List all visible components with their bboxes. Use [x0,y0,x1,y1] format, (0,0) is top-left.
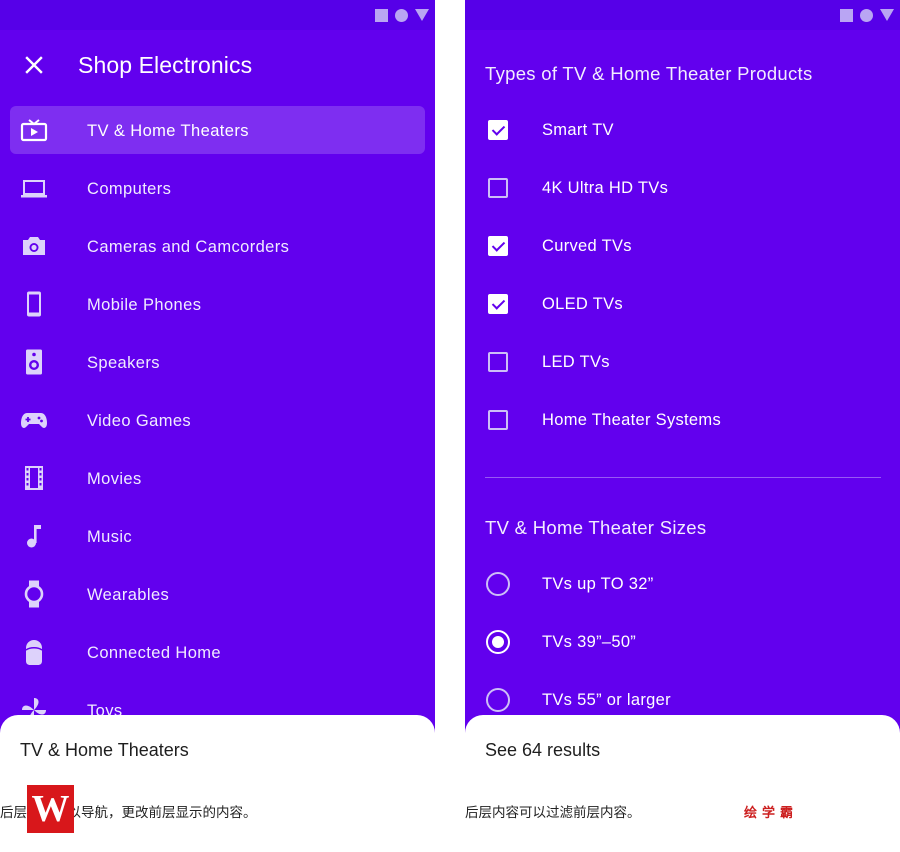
nav-item-video-games[interactable]: Video Games [10,396,425,444]
laptop-icon [20,176,48,200]
status-bar [465,0,900,30]
circle-icon [395,8,408,22]
option-label: TVs 39”–50” [542,633,637,651]
checkbox-unchecked[interactable] [488,352,508,372]
nav-item-cameras[interactable]: Cameras and Camcorders [10,222,425,270]
camera-icon [20,234,48,258]
option-label: Home Theater Systems [542,411,722,429]
logo-letter: W [31,788,70,830]
filter-option-4k-ultra-hd[interactable]: 4K Ultra HD TVs [465,164,900,212]
bottom-sheet[interactable]: See 64 results [465,715,900,790]
nav-item-connected-home[interactable]: Connected Home [10,628,425,676]
filter-screen: Types of TV & Home Theater Products Smar… [465,0,900,790]
checkbox-checked[interactable] [488,120,508,140]
nav-label: Connected Home [87,644,222,662]
gamepad-icon [20,408,48,432]
speaker-icon [20,349,48,375]
filter-option-home-theater-systems[interactable]: Home Theater Systems [465,396,900,444]
nav-item-computers[interactable]: Computers [10,164,425,212]
checkbox-checked[interactable] [488,294,508,314]
size-option-up-to-32[interactable]: TVs up TO 32” [465,560,900,608]
checkbox-checked[interactable] [488,236,508,256]
nav-label: Video Games [87,412,192,430]
bottom-sheet[interactable]: TV & Home Theaters [0,715,435,790]
see-results-button[interactable]: See 64 results [485,740,600,761]
bottom-sheet-title: TV & Home Theaters [20,740,189,760]
triangle-icon [415,9,429,21]
nav-item-wearables[interactable]: Wearables [10,570,425,618]
close-button[interactable] [18,49,50,81]
nav-label: Music [87,528,133,546]
film-icon [20,466,48,490]
filter-option-led-tvs[interactable]: LED TVs [465,338,900,386]
nav-item-speakers[interactable]: Speakers [10,338,425,386]
filter-option-curved-tvs[interactable]: Curved TVs [465,222,900,270]
phone-icon [20,291,48,317]
smart-speaker-icon [20,640,48,665]
filter-option-smart-tv[interactable]: Smart TV [465,106,900,154]
nav-item-mobile-phones[interactable]: Mobile Phones [10,280,425,328]
option-label: 4K Ultra HD TVs [542,179,669,197]
logo: W [27,785,74,833]
nav-label: Movies [87,470,142,488]
close-icon [25,56,43,74]
types-section-title: Types of TV & Home Theater Products [485,63,813,84]
radio-unchecked[interactable] [486,688,510,712]
navigation-screen: Shop Electronics TV & Home Theaters Comp… [0,0,435,790]
option-label: TVs up TO 32” [542,575,654,593]
checkbox-unchecked[interactable] [488,178,508,198]
option-label: OLED TVs [542,295,623,313]
nav-label: Wearables [87,586,170,604]
circle-icon [860,8,873,22]
square-icon [840,8,853,22]
triangle-icon [880,9,894,21]
music-note-icon [20,524,48,548]
nav-label: TV & Home Theaters [87,122,249,140]
watch-icon [20,580,48,608]
nav-item-tv-home-theaters[interactable]: TV & Home Theaters [10,106,425,154]
nav-item-movies[interactable]: Movies [10,454,425,502]
checkbox-unchecked[interactable] [488,410,508,430]
sizes-section-title: TV & Home Theater Sizes [485,517,707,538]
option-label: Smart TV [542,121,614,139]
square-icon [375,8,388,22]
nav-label: Mobile Phones [87,296,202,314]
section-divider [485,477,881,478]
radio-unchecked[interactable] [486,572,510,596]
radio-checked[interactable] [486,630,510,654]
page-title: Shop Electronics [78,52,253,78]
nav-label: Speakers [87,354,160,372]
status-bar [0,0,435,30]
caption-right: 后层内容可以过滤前层内容。 [465,805,641,820]
nav-label: Computers [87,180,172,198]
nav-label: Cameras and Camcorders [87,238,290,256]
option-label: Curved TVs [542,237,632,255]
filter-option-oled-tvs[interactable]: OLED TVs [465,280,900,328]
option-label: TVs 55” or larger [542,691,671,709]
size-option-39-50[interactable]: TVs 39”–50” [465,618,900,666]
watermark: 绘学霸 [744,805,799,820]
tv-icon [20,118,48,142]
option-label: LED TVs [542,353,610,371]
nav-item-music[interactable]: Music [10,512,425,560]
